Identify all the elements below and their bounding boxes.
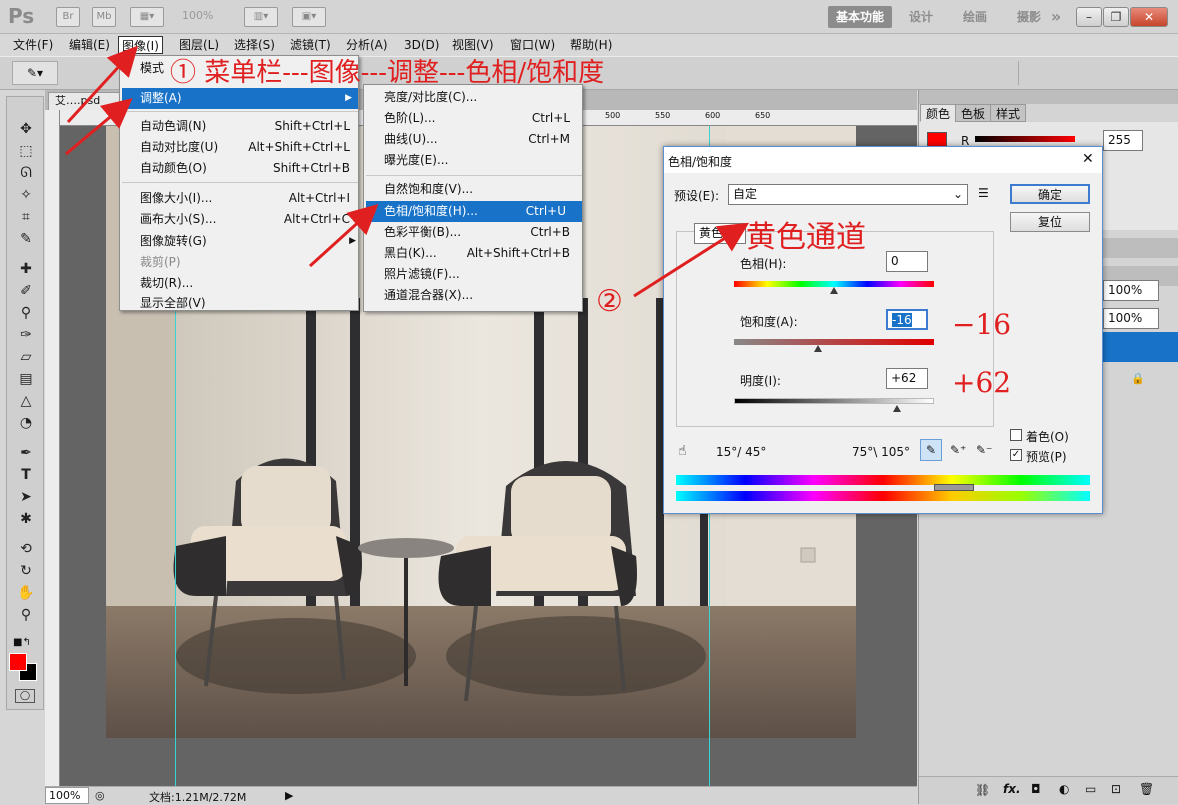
annotation-arrows [65,45,750,298]
arrow-to-image-menu [66,45,139,124]
arrow-to-channel [633,222,750,298]
arrow-to-adjust [65,98,133,156]
arrow-to-hue-saturation [308,203,379,268]
